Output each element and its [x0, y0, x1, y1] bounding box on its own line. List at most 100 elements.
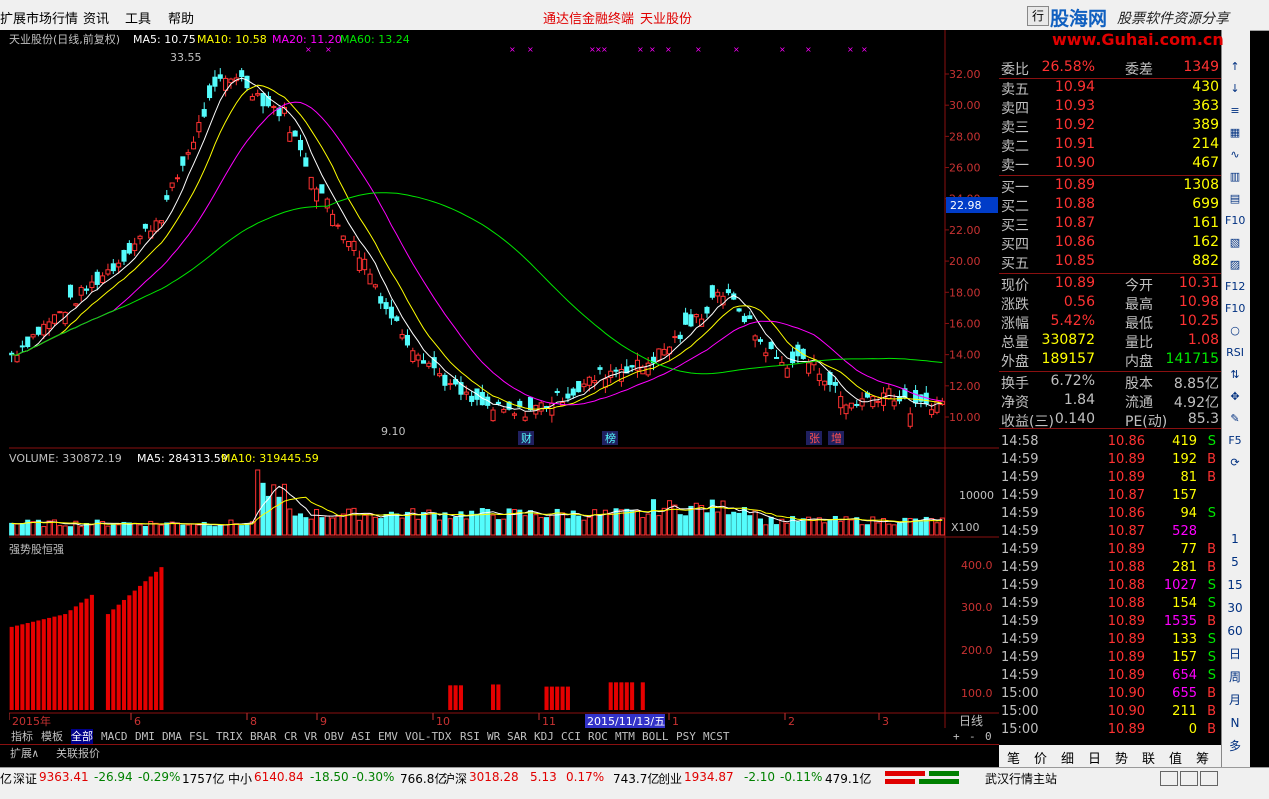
period-button-8[interactable]: N: [1225, 714, 1245, 732]
indicator-tab-mcst[interactable]: MCST: [703, 729, 730, 744]
tick-time: 14:59: [1001, 614, 1039, 629]
indicator-tab-wr[interactable]: WR: [487, 729, 500, 744]
indicator-tab-dma[interactable]: DMA: [162, 729, 182, 744]
indicator-tab-fsl[interactable]: FSL: [189, 729, 209, 744]
quote-button[interactable]: 行: [1027, 6, 1049, 26]
indicator-tab-asi[interactable]: ASI: [351, 729, 371, 744]
report-icon[interactable]: ▧: [1225, 234, 1245, 252]
indicator-tab-dmi[interactable]: DMI: [135, 729, 155, 744]
indicator-tab-psy[interactable]: PSY: [676, 729, 696, 744]
quote-tab-6[interactable]: 值: [1169, 748, 1182, 767]
indicator-tab-emv[interactable]: EMV: [378, 729, 398, 744]
weibi-value: 26.58%: [1041, 59, 1095, 75]
hs-label[interactable]: 沪深: [443, 770, 467, 787]
related-quote-tab[interactable]: 关联报价: [56, 746, 100, 761]
f12-icon[interactable]: F12: [1225, 278, 1245, 296]
indicator-tab-macd[interactable]: MACD: [101, 729, 128, 744]
candle-body: [51, 314, 57, 324]
candle-body: [142, 223, 148, 229]
settings-icon[interactable]: [1200, 771, 1218, 786]
period-button-7[interactable]: 月: [1225, 691, 1245, 709]
period-button-0[interactable]: 1: [1225, 530, 1245, 548]
indicator-tab-cci[interactable]: CCI: [561, 729, 581, 744]
indicator-tab-cr[interactable]: CR: [284, 729, 297, 744]
grid-icon[interactable]: ▦: [1225, 124, 1245, 142]
quote-tab-0[interactable]: 笔: [1007, 748, 1020, 767]
indicator-tab-vol-tdx[interactable]: VOL-TDX: [405, 729, 451, 744]
sz-label[interactable]: 深证: [13, 770, 37, 787]
refresh-icon[interactable]: ⟳: [1225, 454, 1245, 472]
tick-price: 10.86: [1107, 506, 1145, 521]
indicator-tab-kdj[interactable]: KDJ: [534, 729, 554, 744]
window-icon[interactable]: [1160, 771, 1178, 786]
chart-area[interactable]: 32.0030.0028.0026.0024.0022.0020.0018.00…: [8, 30, 1000, 742]
circle-icon[interactable]: ○: [1225, 322, 1245, 340]
network-icon[interactable]: [1180, 771, 1198, 786]
period-button-9[interactable]: 多: [1225, 737, 1245, 755]
quote-tab-1[interactable]: 价: [1034, 748, 1047, 767]
list-icon[interactable]: ≡: [1225, 102, 1245, 120]
period-button-3[interactable]: 30: [1225, 599, 1245, 617]
quote-tab-3[interactable]: 日: [1088, 748, 1101, 767]
sell-volume: 214: [1192, 136, 1219, 152]
extend-tab[interactable]: 扩展∧: [10, 746, 39, 761]
period-button-1[interactable]: 5: [1225, 553, 1245, 571]
signal-marker: ×: [305, 45, 312, 54]
volume-bar: [164, 522, 170, 536]
indicator-bar: [31, 621, 36, 710]
indicator-tab-obv[interactable]: OBV: [324, 729, 344, 744]
status-prefix: 亿: [0, 772, 13, 786]
rsi-icon[interactable]: RSI: [1225, 344, 1245, 362]
indicator-tab-sar[interactable]: SAR: [507, 729, 527, 744]
period-button-4[interactable]: 60: [1225, 622, 1245, 640]
indicator-tab-rsi[interactable]: RSI: [460, 729, 480, 744]
down-arrow-icon[interactable]: ↓: [1225, 80, 1245, 98]
indicator-tab-全部[interactable]: 全部: [71, 729, 93, 744]
indicator-tab-mtm[interactable]: MTM: [615, 729, 635, 744]
f10b-icon[interactable]: F10: [1225, 300, 1245, 318]
period-label[interactable]: 日线: [959, 714, 983, 728]
chart-icon[interactable]: ∿: [1225, 146, 1245, 164]
indicator-tab-模板[interactable]: 模板: [41, 729, 63, 744]
tab-control-0[interactable]: +: [953, 729, 960, 744]
f10-icon[interactable]: F10: [1225, 212, 1245, 230]
period-button-6[interactable]: 周: [1225, 668, 1245, 686]
indicator-tab-roc[interactable]: ROC: [588, 729, 608, 744]
up-arrow-icon[interactable]: ↑: [1225, 58, 1245, 76]
menu-news[interactable]: 资讯: [83, 8, 109, 27]
tab-control-2[interactable]: 0: [985, 729, 992, 744]
quote-tab-5[interactable]: 联: [1142, 748, 1155, 767]
volume-bar: [683, 515, 689, 536]
menu-tools[interactable]: 工具: [125, 8, 151, 27]
indicator-tab-brar[interactable]: BRAR: [250, 729, 277, 744]
candle-icon[interactable]: ▥: [1225, 168, 1245, 186]
f5-icon[interactable]: F5: [1225, 432, 1245, 450]
stat-label2: 内盘: [1125, 354, 1153, 370]
indicator-tab-指标[interactable]: 指标: [11, 729, 33, 744]
indicator-tab-vr[interactable]: VR: [304, 729, 317, 744]
f11-icon[interactable]: ▨: [1225, 256, 1245, 274]
quote-tab-7[interactable]: 筹: [1196, 748, 1209, 767]
candle-body: [57, 311, 63, 314]
doc-icon[interactable]: ▤: [1225, 190, 1245, 208]
move-icon[interactable]: ✥: [1225, 388, 1245, 406]
tick-side: B: [1207, 470, 1216, 485]
quote-tab-4[interactable]: 势: [1115, 748, 1128, 767]
indicator-tab-trix[interactable]: TRIX: [216, 729, 243, 744]
kline-chart[interactable]: 32.0030.0028.0026.0024.0022.0020.0018.00…: [8, 30, 999, 742]
period-button-2[interactable]: 15: [1225, 576, 1245, 594]
sort-icon[interactable]: ⇅: [1225, 366, 1245, 384]
quote-tab-2[interactable]: 细: [1061, 748, 1074, 767]
menu-market[interactable]: 扩展市场行情: [0, 8, 78, 27]
zx-label[interactable]: 中小: [228, 770, 252, 787]
indicator-tab-boll[interactable]: BOLL: [642, 729, 669, 744]
cy-label[interactable]: 创业: [658, 770, 682, 787]
volume-bar: [784, 522, 790, 536]
pen-icon[interactable]: ✎: [1225, 410, 1245, 428]
period-button-5[interactable]: 日: [1225, 645, 1245, 663]
tab-control-1[interactable]: -: [969, 729, 976, 744]
server-site[interactable]: 武汉行情主站: [985, 770, 1057, 787]
menu-help[interactable]: 帮助: [168, 8, 194, 27]
candle-body: [297, 139, 304, 151]
panel-divider: [999, 371, 1221, 372]
